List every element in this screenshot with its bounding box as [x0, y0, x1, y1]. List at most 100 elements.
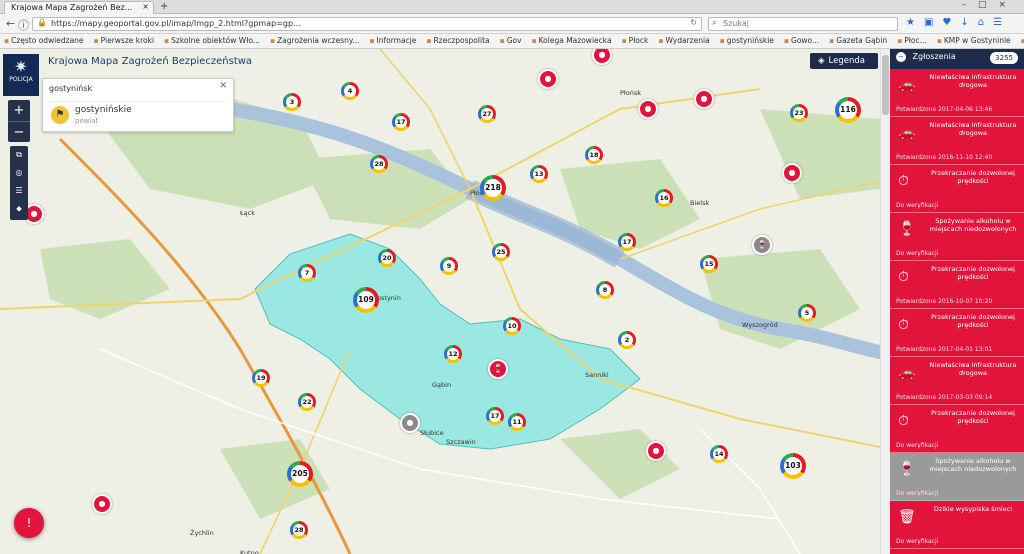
incident-cluster[interactable]: 20	[378, 249, 396, 267]
info-icon[interactable]: ⓘ	[18, 17, 29, 33]
zoom-in-button[interactable]: +	[8, 100, 30, 121]
bookmark-item[interactable]: ▪ Pierwsze kroki	[94, 36, 155, 45]
incident-cluster[interactable]: 22	[298, 393, 316, 411]
incident-cluster[interactable]: 4	[341, 82, 359, 100]
toolbar-icons[interactable]: ★▣♥↓⌂☰	[906, 17, 1011, 28]
incident-cluster[interactable]: 5	[798, 304, 816, 322]
notification-item[interactable]: ⏱ Przekraczanie dozwolonej prędkości Potwi…	[890, 261, 1024, 309]
panel-header: − Zgłoszenia 3255	[890, 49, 1024, 69]
incident-cluster[interactable]: 19	[252, 369, 270, 387]
notification-item[interactable]: 🍷 Spożywanie alkoholu w miejscach niedozw…	[890, 213, 1024, 261]
incident-cluster[interactable]: 28	[290, 521, 308, 539]
notification-item[interactable]: 🍷 Spożywanie alkoholu w miejscach niedozw…	[890, 453, 1024, 501]
bookmark-item[interactable]: ▪ Gov	[500, 36, 522, 45]
bookmark-item[interactable]: ▪ Często odwiedzane	[4, 36, 84, 45]
incident-cluster[interactable]: 8	[596, 281, 614, 299]
bookmark-item[interactable]: ▪ KMP w Gostyninie	[937, 36, 1011, 45]
window-controls[interactable]: –□×	[961, 0, 1018, 10]
notification-item[interactable]: 🚗 Niewłaściwa infrastruktura drogowa Potwi…	[890, 117, 1024, 165]
incident-cluster[interactable]: 205	[287, 461, 313, 487]
alcohol-marker-gray[interactable]: 🍷	[752, 235, 772, 255]
city-label: Płońsk	[620, 89, 642, 97]
back-icon[interactable]: ←	[6, 17, 15, 30]
incident-cluster[interactable]: 14	[710, 445, 728, 463]
incident-cluster[interactable]: 23	[790, 104, 808, 122]
bookmark-item[interactable]: ▪ Kolega Mazowiecka	[532, 36, 612, 45]
search-input[interactable]	[49, 82, 225, 94]
browser-search[interactable]: ⌕ Szukaj	[708, 17, 898, 31]
incident-cluster[interactable]: 2	[618, 331, 636, 349]
incident-cluster[interactable]: 109	[353, 287, 379, 313]
incident-cluster[interactable]: 9	[440, 257, 458, 275]
map-scrollbar[interactable]	[880, 49, 890, 554]
bookmarks-bar: ▪ Często odwiedzane ▪ Pierwsze kroki ▪ Szkoln…	[0, 34, 1024, 49]
city-label: Bielsk	[690, 199, 710, 207]
alcohol-marker[interactable]: 🍷	[488, 359, 508, 379]
incident-cluster[interactable]: 17	[618, 233, 636, 251]
incident-cluster[interactable]: 13	[530, 165, 548, 183]
bookmark-item[interactable]: ▪ Gowo...	[784, 36, 819, 45]
close-icon[interactable]: ×	[142, 2, 149, 11]
incident-cluster[interactable]: 11	[508, 413, 526, 431]
location-icon[interactable]: ◎	[10, 164, 28, 182]
incident-marker[interactable]: ●	[92, 494, 112, 514]
incident-marker[interactable]: ●	[694, 89, 714, 109]
clear-icon[interactable]: ✕	[219, 81, 227, 91]
notifications-panel: − Zgłoszenia 3255 🚗 Niewłaściwa infrastru…	[890, 49, 1024, 554]
bookmark-item[interactable]: ▪ Zagrożenia wczesny...	[270, 36, 359, 45]
minus-icon[interactable]: −	[896, 52, 906, 62]
incident-cluster[interactable]: 218	[480, 175, 506, 201]
incident-cluster[interactable]: 17	[486, 407, 504, 425]
incident-cluster[interactable]: 103	[780, 453, 806, 479]
bookmark-item[interactable]: ▪ gostynińskie	[720, 36, 774, 45]
bookmark-item[interactable]: ▪ Informacje	[369, 36, 416, 45]
bookmark-item[interactable]: ▪ Szkolne obiektów Wło...	[164, 36, 260, 45]
incident-cluster[interactable]: 17	[392, 113, 410, 131]
incident-cluster[interactable]: 28	[370, 155, 388, 173]
legend-button[interactable]: ◈ Legenda	[810, 53, 878, 69]
incident-marker[interactable]: ●	[782, 163, 802, 183]
police-star-icon: ✷	[14, 57, 28, 76]
category-icon: 🚗	[898, 77, 916, 93]
notification-item[interactable]: ⏱ Przekraczanie dozwolonej prędkości Do we…	[890, 165, 1024, 213]
incident-cluster[interactable]: 27	[478, 105, 496, 123]
search-result-item[interactable]: ⚑ gostynińskie powiat	[49, 101, 229, 129]
incident-cluster[interactable]: 12	[444, 345, 462, 363]
notification-item[interactable]: ⏱ Przekraczanie dozwolonej prędkości Do we…	[890, 405, 1024, 453]
notification-item[interactable]: 🗑 Dzikie wysypiska śmieci Do weryfikacji	[890, 501, 1024, 549]
reload-icon[interactable]: ↻	[690, 18, 697, 27]
report-threat-button[interactable]: !	[14, 508, 44, 538]
incident-cluster[interactable]: 10	[503, 317, 521, 335]
cluster-count: 15	[703, 258, 715, 270]
incident-cluster[interactable]: 15	[700, 255, 718, 273]
notification-item[interactable]: 🚗 Niewłaściwa infrastruktura drogowa Potwi…	[890, 357, 1024, 405]
incident-marker[interactable]: ●	[646, 441, 666, 461]
bookmark-item[interactable]: ▪ Płoc...	[897, 36, 927, 45]
incident-cluster[interactable]: 3	[283, 93, 301, 111]
incident-marker[interactable]: ●	[638, 99, 658, 119]
new-tab-icon[interactable]: +	[160, 1, 168, 12]
zoom-out-button[interactable]: −	[8, 121, 30, 142]
incident-marker[interactable]: ●	[538, 69, 558, 89]
notification-item[interactable]: 🚗 Niewłaściwa infrastruktura drogowa Potwi…	[890, 69, 1024, 117]
tag-icon[interactable]: ⬥	[10, 200, 28, 218]
filter-icon[interactable]: ☰	[10, 182, 28, 200]
browser-tab[interactable]: Krajowa Mapa Zagrożeń Bez... ×	[4, 1, 154, 14]
incident-cluster[interactable]: 16	[655, 189, 673, 207]
bookmark-item[interactable]: ▪ Rzeczpospolita	[426, 36, 489, 45]
city-label: Sanniki	[585, 371, 609, 379]
incident-cluster[interactable]: 7	[298, 264, 316, 282]
scrollbar-thumb[interactable]	[882, 55, 889, 115]
incident-marker-gray[interactable]: ●	[400, 413, 420, 433]
notification-item[interactable]: ⏱ Przekraczanie dozwolonej prędkości Potwi…	[890, 309, 1024, 357]
bookmark-item[interactable]: ▪ Gazeta Gąbin	[829, 36, 887, 45]
bookmark-icon: ▪	[658, 36, 664, 45]
url-bar[interactable]: 🔒 https://mapy.geoportal.gov.pl/imap/Img…	[32, 17, 702, 31]
incident-cluster[interactable]: 18	[585, 146, 603, 164]
bookmark-icon: ▪	[783, 36, 790, 45]
incident-cluster[interactable]: 116	[835, 97, 861, 123]
bookmark-item[interactable]: ▪ Płock	[622, 36, 649, 45]
bookmark-item[interactable]: ▪ Wydarzenia	[658, 36, 709, 45]
layers-icon[interactable]: ⧉	[10, 146, 28, 164]
incident-cluster[interactable]: 25	[492, 243, 510, 261]
